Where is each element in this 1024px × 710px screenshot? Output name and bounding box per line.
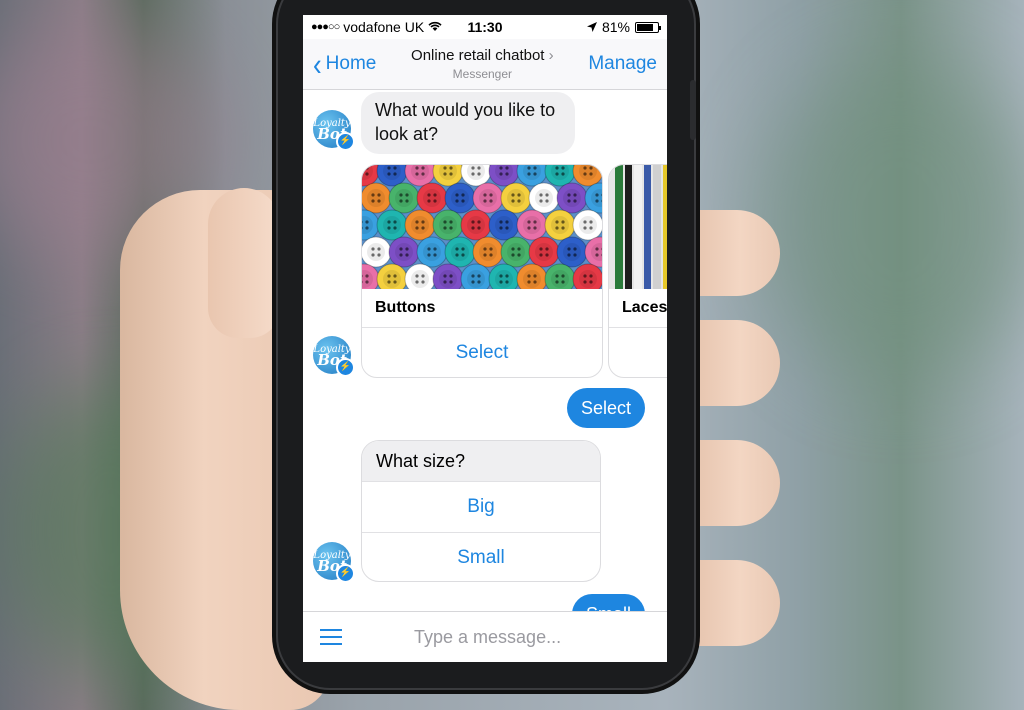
message-input[interactable]	[412, 625, 646, 649]
user-message-bubble: Small	[571, 594, 645, 612]
battery-percent: 81%	[601, 19, 630, 35]
bot-avatar[interactable]: Loyalty Bot ⚡	[313, 110, 355, 151]
hand-thumb	[208, 188, 280, 338]
messenger-icon: ⚡	[336, 358, 355, 377]
home-back-button[interactable]: ‹ Home	[313, 46, 377, 82]
question-text: What size?	[362, 441, 600, 482]
card-title: Buttons	[362, 289, 602, 328]
hand-fingers	[680, 210, 800, 670]
conversation-subtitle: Messenger	[452, 67, 513, 81]
phone-side-button	[690, 80, 696, 140]
size-quick-reply-card: What size? Big Small	[361, 440, 601, 582]
carrier-label: vodafone UK	[343, 19, 425, 35]
messenger-icon: ⚡	[336, 132, 355, 151]
bot-message-bubble: What would you like to look at?	[361, 92, 575, 154]
size-option-big[interactable]: Big	[362, 482, 600, 532]
battery-icon	[635, 21, 661, 33]
signal-dots: ●●●○○	[311, 21, 340, 33]
laces-product-image	[609, 165, 667, 289]
manage-button[interactable]: Manage	[588, 53, 657, 75]
conversation-header[interactable]: Online retail chatbot › Messenger	[411, 47, 554, 81]
bot-avatar[interactable]: Loyalty Bot ⚡	[313, 336, 355, 377]
status-bar: ●●●○○ vodafone UK 11:30 81%	[303, 15, 667, 39]
chevron-left-icon: ‹	[313, 46, 322, 82]
card-select-button[interactable]: Select	[362, 328, 602, 364]
wifi-icon	[428, 19, 442, 35]
chevron-right-icon: ›	[548, 47, 554, 64]
buttons-product-image	[362, 165, 602, 289]
phone-screen: ●●●○○ vodafone UK 11:30 81% ‹ Home Onlin…	[303, 15, 667, 662]
size-option-small[interactable]: Small	[362, 532, 600, 581]
message-composer	[303, 611, 667, 662]
bot-avatar[interactable]: Loyalty Bot ⚡	[313, 542, 355, 583]
card-title: Laces	[609, 289, 667, 328]
hamburger-menu-icon[interactable]	[320, 624, 342, 650]
message-list[interactable]: Loyalty Bot ⚡ What would you like to loo…	[303, 90, 667, 612]
carousel-card-buttons[interactable]: Buttons Select	[361, 164, 603, 378]
carousel-card-laces[interactable]: Laces	[608, 164, 667, 378]
navigation-bar: ‹ Home Online retail chatbot › Messenger…	[303, 39, 667, 90]
conversation-title: Online retail chatbot	[411, 47, 545, 64]
back-label: Home	[325, 53, 377, 74]
messenger-icon: ⚡	[336, 564, 355, 583]
location-arrow-icon	[586, 19, 597, 35]
user-message-bubble: Select	[566, 388, 645, 428]
